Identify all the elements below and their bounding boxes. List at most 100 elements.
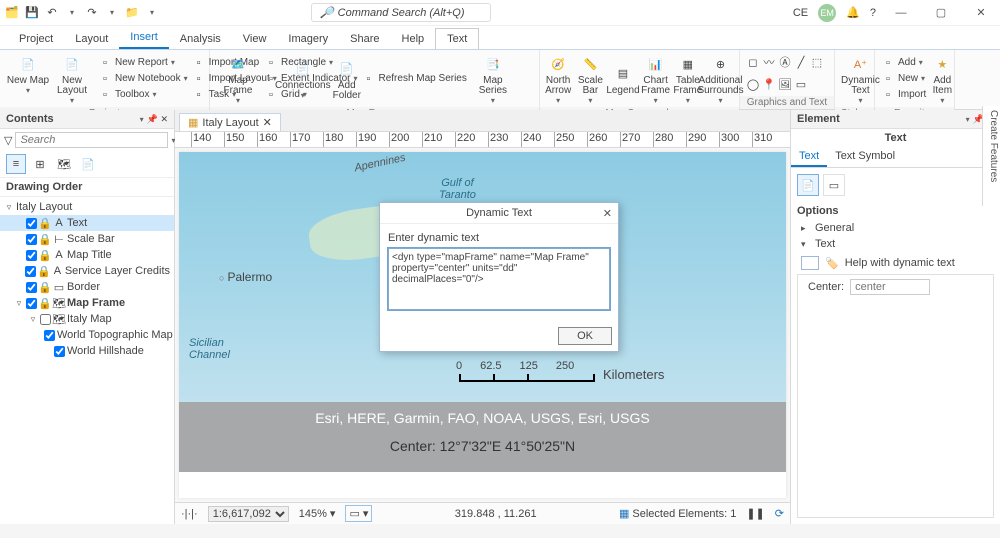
map-series-button[interactable]: 📑 Map Series ▾: [471, 52, 515, 105]
center-label: Center:: [808, 281, 844, 293]
ce-label: CE: [793, 7, 808, 19]
tree-world-hillshade[interactable]: World Hillshade: [0, 343, 174, 359]
graphics-tool-icon[interactable]: ◻: [746, 55, 760, 69]
element-panel: Element ▾ 📌 ✕ Text TextText Symbol 📄 ▭ O…: [790, 110, 1000, 524]
help-link[interactable]: 🏷️ Help with dynamic text: [791, 252, 1000, 274]
ribbon-chart-frame[interactable]: 📊Chart Frame▾: [640, 52, 672, 105]
lock-icon: 🔒: [39, 297, 51, 309]
list-drawing-order-icon[interactable]: ≡: [6, 154, 26, 174]
scale-bar: 062.5125250 Kilometers: [459, 367, 756, 382]
tree-italy-layout[interactable]: ▿Italy Layout: [0, 199, 174, 215]
ribbon-scale-bar[interactable]: 📏Scale Bar▾: [574, 52, 606, 105]
A-icon: A: [53, 249, 65, 261]
layout-view: ▦ Italy Layout ✕ 14015016017018019020021…: [175, 110, 790, 524]
format-text-icon[interactable]: 📄: [797, 174, 819, 196]
list-mapseries-icon[interactable]: 📄: [78, 154, 98, 174]
ribbon-new-report[interactable]: ▫New Report ▾: [98, 55, 188, 71]
center-input[interactable]: [850, 279, 930, 295]
ribbon-new[interactable]: ▫New ▾: [881, 71, 926, 87]
tree-scale-bar[interactable]: 🔒⊢Scale Bar: [0, 231, 174, 247]
tree-border[interactable]: 🔒▭Border: [0, 279, 174, 295]
zoom-mode-icon[interactable]: ▭ ▾: [345, 505, 372, 522]
placement-icon[interactable]: ▭: [823, 174, 845, 196]
menubar: ProjectLayoutInsertAnalysisViewImagerySh…: [0, 26, 1000, 50]
options-header: Options: [791, 202, 1000, 220]
list-element-type-icon[interactable]: ⊞: [30, 154, 50, 174]
selected-elements: ▦ Selected Elements: 1: [619, 507, 736, 520]
ribbon-new-map[interactable]: 📄New Map▾: [6, 52, 50, 105]
bar-icon: ⊢: [53, 233, 65, 245]
lock-icon: 🔒: [38, 265, 50, 277]
label-apennines: Apennines: [353, 152, 406, 174]
lock-icon: 🔒: [39, 233, 51, 245]
map-scale[interactable]: 1:6,617,092: [208, 506, 289, 522]
group-graphics: Graphics and Text: [740, 96, 834, 109]
dialog-close-icon[interactable]: ✕: [603, 207, 612, 220]
avatar[interactable]: EM: [818, 4, 836, 22]
close-icon[interactable]: ✕: [966, 3, 996, 23]
create-features-tab[interactable]: Create Features: [982, 106, 1000, 206]
group-general[interactable]: ▸General: [791, 220, 1000, 236]
menu-insert[interactable]: Insert: [119, 27, 169, 49]
label-gulf: Gulf of Taranto: [439, 177, 476, 201]
tag-icon: [801, 256, 819, 270]
ribbon-import[interactable]: ▫Import: [881, 87, 926, 103]
bell-icon[interactable]: 🔔: [846, 6, 860, 19]
tree-italy-map[interactable]: ▿🗺Italy Map: [0, 311, 174, 327]
tab-text-symbol[interactable]: Text Symbol: [827, 147, 903, 167]
open-icon[interactable]: 📁: [124, 5, 140, 21]
map-icon: 🗺: [53, 313, 65, 325]
group-text[interactable]: ▾Text: [791, 236, 1000, 252]
ribbon-add[interactable]: ▫Add ▾: [881, 55, 926, 71]
add-item-button[interactable]: ★ Add Item ▾: [930, 52, 954, 105]
ok-button[interactable]: OK: [558, 327, 612, 345]
ribbon-rectangle[interactable]: ▫Rectangle ▾: [264, 55, 358, 71]
label-channel: Sicilian Channel: [189, 337, 230, 361]
ribbon-new-notebook[interactable]: ▫New Notebook ▾: [98, 71, 188, 87]
label-palermo: Palermo: [219, 270, 272, 284]
layout-canvas[interactable]: Apennines Gulf of Taranto Palermo Sicili…: [179, 152, 786, 498]
minimize-icon[interactable]: —: [886, 3, 916, 23]
contents-search[interactable]: [15, 132, 168, 148]
ribbon-extent-indicator[interactable]: ▫Extent Indicator ▾: [264, 71, 358, 87]
menu-view[interactable]: View: [232, 29, 278, 49]
ribbon-refresh-map-series[interactable]: ▫Refresh Map Series: [362, 71, 467, 87]
map-frame-button[interactable]: 🗺️ Map Frame ▾: [216, 52, 260, 105]
status-bar: ·|·|· 1:6,617,092 145% ▾ ▭ ▾ 319.848 , 1…: [175, 502, 790, 524]
menu-layout[interactable]: Layout: [64, 29, 119, 49]
ribbon-new-layout[interactable]: 📄New Layout▾: [50, 52, 94, 105]
A-icon: A: [52, 265, 63, 277]
menu-analysis[interactable]: Analysis: [169, 29, 232, 49]
zoom-level[interactable]: 145% ▾: [299, 507, 336, 520]
menu-help[interactable]: Help: [391, 29, 436, 49]
ribbon-grid[interactable]: ▫Grid ▾: [264, 87, 358, 103]
menu-text[interactable]: Text: [435, 28, 479, 49]
list-mapframe-icon[interactable]: 🗺: [54, 154, 74, 174]
tab-close-icon[interactable]: ✕: [263, 116, 272, 129]
ribbon-toolbox[interactable]: ▫Toolbox ▾: [98, 87, 188, 103]
save-icon[interactable]: 💾: [24, 5, 40, 21]
tree-text[interactable]: 🔒AText: [0, 215, 174, 231]
pause-icon[interactable]: ❚❚: [746, 507, 764, 520]
tree-map-frame[interactable]: ▿🔒🗺Map Frame: [0, 295, 174, 311]
menu-imagery[interactable]: Imagery: [277, 29, 339, 49]
titlebar: 🗂️ 💾 ↶ ▾ ↷ ▾ 📁 ▾ 🔎 Command Search (Alt+Q…: [0, 0, 1000, 26]
ribbon-additional-surrounds[interactable]: ⊕Additional Surrounds▾: [704, 52, 737, 105]
menu-share[interactable]: Share: [339, 29, 390, 49]
tree-map-title[interactable]: 🔒AMap Title: [0, 247, 174, 263]
command-search[interactable]: 🔎 Command Search (Alt+Q): [311, 3, 491, 22]
filter-icon[interactable]: ▽: [4, 134, 12, 147]
layout-tab[interactable]: ▦ Italy Layout ✕: [179, 113, 281, 131]
dynamic-text-input[interactable]: [388, 248, 610, 310]
tree-service-layer-credits[interactable]: 🔒AService Layer Credits: [0, 263, 174, 279]
tab-text[interactable]: Text: [791, 147, 827, 167]
undo-icon[interactable]: ↶: [44, 5, 60, 21]
restore-icon[interactable]: ▢: [926, 3, 956, 23]
tree-world-topographic-map[interactable]: World Topographic Map: [0, 327, 174, 343]
menu-project[interactable]: Project: [8, 29, 64, 49]
ribbon-north-arrow[interactable]: 🧭North Arrow▾: [542, 52, 574, 105]
help-icon[interactable]: ?: [870, 7, 876, 19]
ribbon-legend[interactable]: ▤Legend: [607, 62, 640, 96]
redo-icon[interactable]: ↷: [84, 5, 100, 21]
refresh-icon[interactable]: ⟳: [775, 507, 784, 520]
